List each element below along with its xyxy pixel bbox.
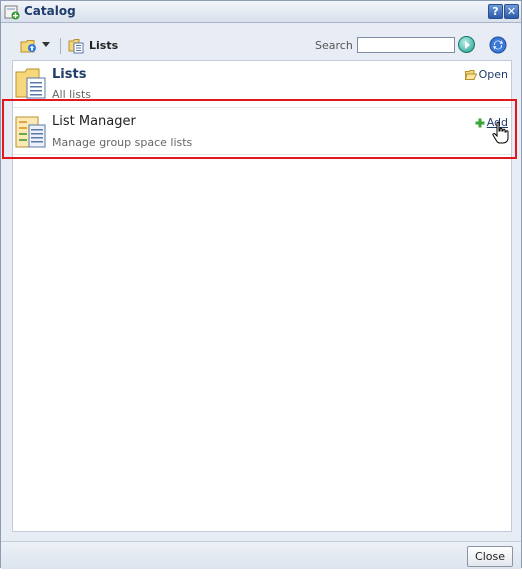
help-button[interactable]: ?	[488, 4, 503, 19]
lists-folder-icon	[68, 39, 84, 54]
breadcrumb-current[interactable]: Lists	[89, 39, 118, 52]
dialog-footer: Close	[1, 541, 521, 569]
open-link[interactable]: Open	[464, 68, 508, 81]
catalog-dialog: Catalog ? ✕ Lists Search Lists All lists…	[0, 0, 522, 569]
toolbar: Lists Search	[12, 35, 512, 57]
list-item[interactable]: Lists All lists Open	[13, 62, 511, 106]
item-description: Manage group space lists	[52, 136, 193, 149]
item-title[interactable]: List Manager	[52, 114, 136, 129]
close-window-button[interactable]: ✕	[504, 4, 519, 19]
open-label[interactable]: Open	[479, 68, 508, 81]
folder-icon	[15, 68, 46, 99]
search-label: Search	[315, 39, 353, 52]
toolbar-divider	[60, 38, 61, 54]
plus-icon	[475, 118, 485, 128]
title-bar: Catalog ? ✕	[1, 1, 521, 23]
dialog-title: Catalog	[24, 4, 76, 18]
folder-up-icon[interactable]	[20, 38, 38, 54]
list-manager-icon	[15, 116, 46, 148]
item-description: All lists	[52, 88, 92, 101]
open-folder-icon	[464, 70, 477, 80]
chevron-down-icon[interactable]	[42, 42, 50, 47]
close-button[interactable]: Close	[467, 546, 513, 567]
add-link[interactable]: Add	[475, 116, 508, 129]
catalog-list: Lists All lists Open List Manager Manage…	[12, 60, 512, 532]
catalog-add-icon	[4, 5, 20, 20]
refresh-icon[interactable]	[489, 36, 507, 54]
list-item[interactable]: List Manager Manage group space lists Ad…	[13, 107, 511, 155]
item-title[interactable]: Lists	[52, 67, 86, 82]
search-go-button[interactable]	[458, 36, 475, 53]
search-input[interactable]	[357, 37, 455, 53]
add-label[interactable]: Add	[487, 116, 508, 129]
